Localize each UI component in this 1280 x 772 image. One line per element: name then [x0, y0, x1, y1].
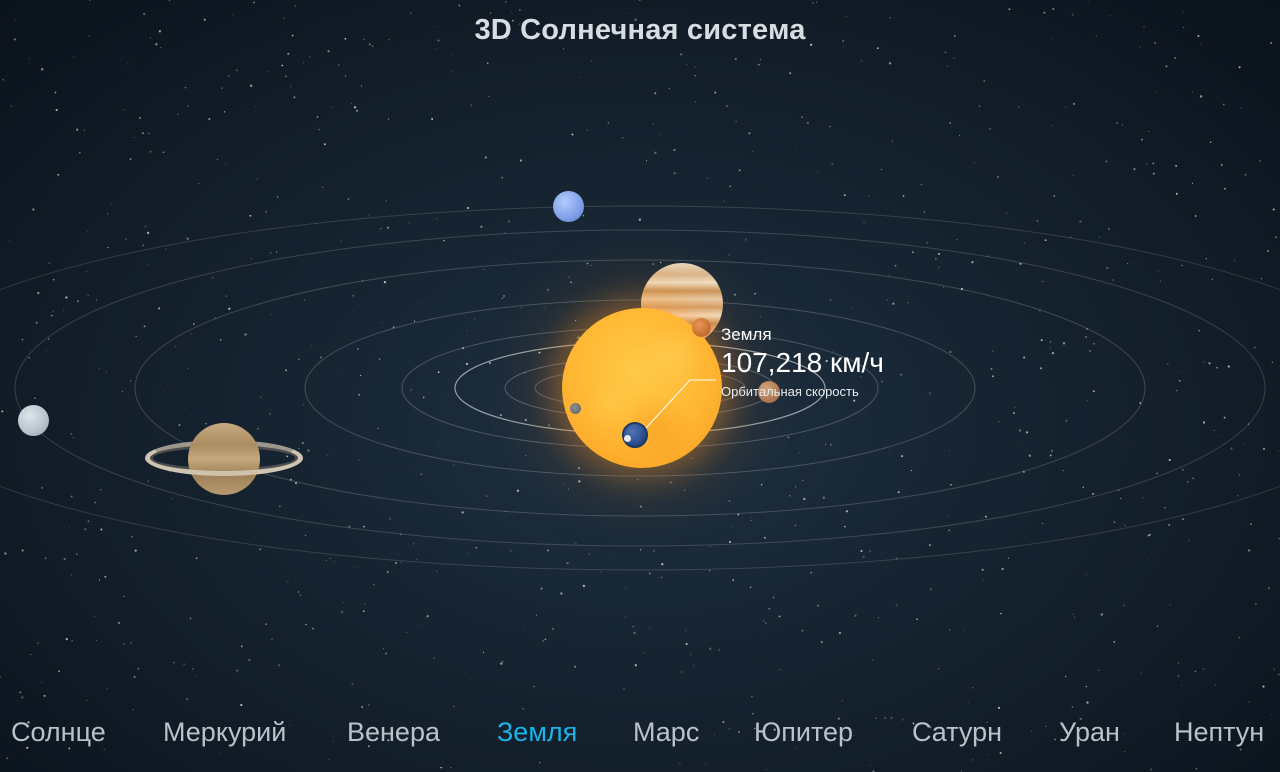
uranus-planet[interactable]	[18, 405, 49, 436]
nav-item-venus[interactable]: Венера	[347, 712, 440, 752]
nav-item-saturn[interactable]: Сатурн	[912, 712, 1002, 752]
nav-item-mars[interactable]: Марс	[633, 712, 699, 752]
info-planet-name: Земля	[721, 325, 772, 344]
solar-system-scene[interactable]: 3D Солнечная система Земля 107,218 км/ч …	[0, 0, 1280, 772]
mars-planet[interactable]	[692, 318, 711, 337]
nav-item-mercury[interactable]: Меркурий	[163, 712, 286, 752]
info-orbital-speed: 107,218 км/ч	[721, 347, 884, 378]
moon	[624, 435, 631, 442]
info-caption: Орбитальная скорость	[721, 384, 859, 399]
planet-info-label: Земля 107,218 км/ч Орбитальная скорость	[721, 325, 884, 400]
nav-item-sun[interactable]: Солнце	[11, 712, 106, 752]
nav-item-earth[interactable]: Земля	[497, 712, 577, 752]
page-title: 3D Солнечная система	[474, 14, 806, 46]
neptune-planet[interactable]	[553, 191, 584, 222]
planet-navigation: Солнце Меркурий Венера Земля Марс Юпитер…	[0, 712, 1280, 756]
nav-item-jupiter[interactable]: Юпитер	[754, 712, 853, 752]
nav-item-neptune[interactable]: Нептун	[1174, 712, 1264, 752]
mercury-planet[interactable]	[570, 403, 581, 414]
saturn-ring-front	[145, 440, 303, 476]
nav-item-uranus[interactable]: Уран	[1059, 712, 1120, 752]
